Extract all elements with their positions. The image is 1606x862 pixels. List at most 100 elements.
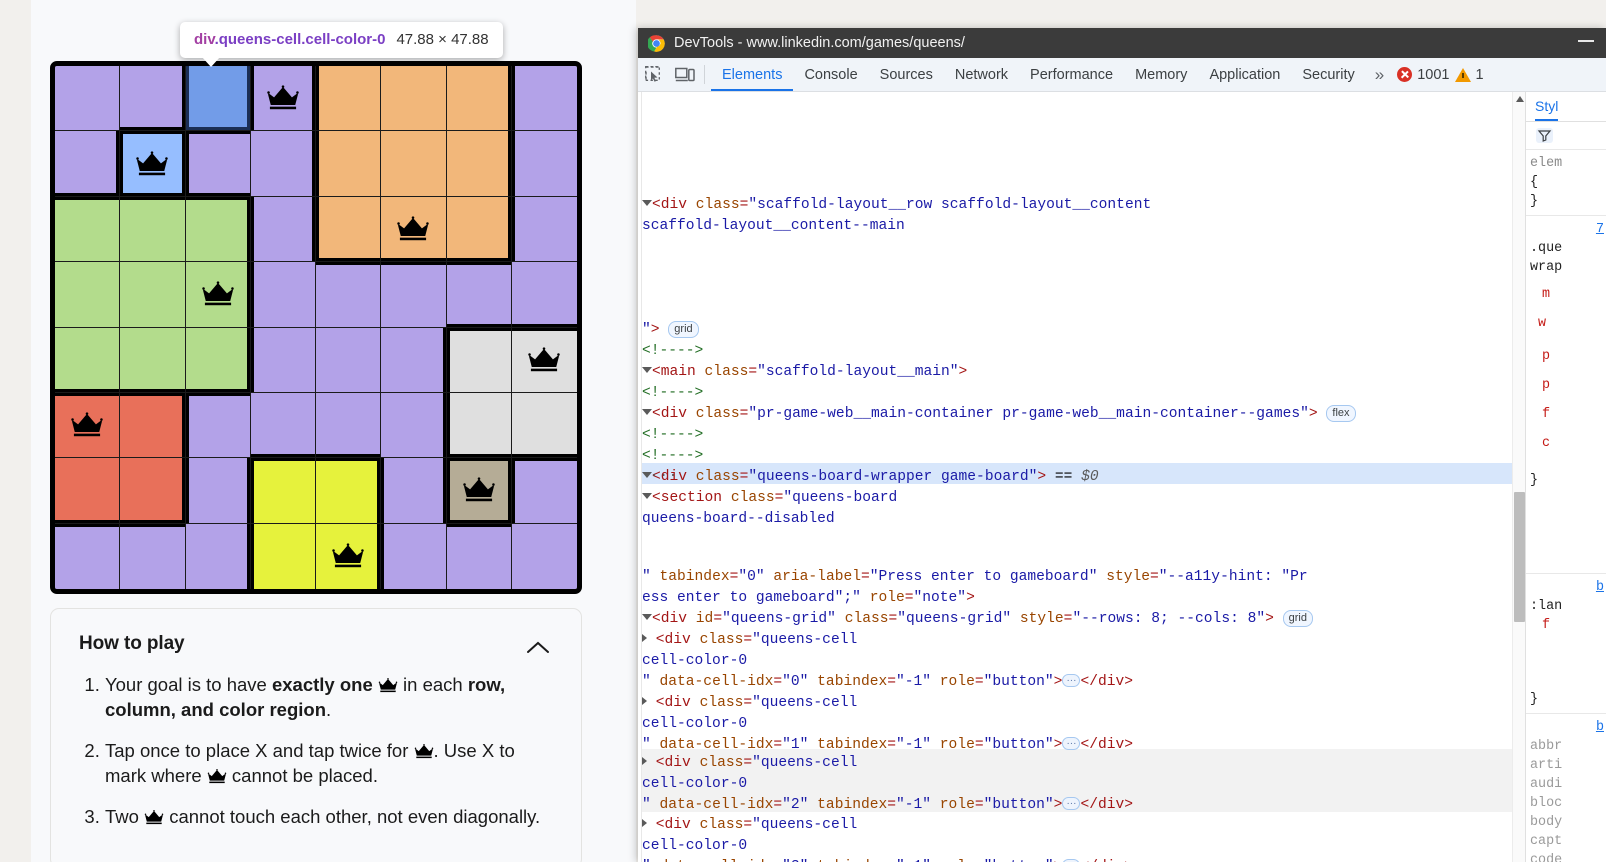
issue-counts[interactable]: 1001 1 (1393, 58, 1484, 91)
collapsed-children-icon[interactable]: ··· (1062, 674, 1081, 687)
chevron-up-icon[interactable] (527, 641, 549, 654)
queens-cell[interactable] (185, 196, 251, 263)
queens-cell[interactable] (446, 392, 512, 459)
collapse-triangle-icon[interactable] (642, 409, 652, 415)
queens-cell[interactable] (55, 131, 121, 197)
queens-cell[interactable] (55, 327, 121, 393)
scroll-thumb[interactable] (1514, 492, 1525, 622)
layout-badge[interactable]: flex (1326, 404, 1356, 422)
dom-line[interactable]: <div class="queens-cell (642, 693, 1525, 714)
dom-line[interactable]: " data-cell-idx="0" tabindex="-1" role="… (642, 672, 1525, 693)
dom-line[interactable]: <!----> (642, 425, 1525, 446)
queens-cell[interactable] (381, 262, 447, 328)
collapse-triangle-icon[interactable] (642, 200, 652, 206)
styles-source-link[interactable]: b (1596, 580, 1604, 595)
queens-cell[interactable] (511, 262, 577, 328)
styles-property[interactable]: f (1530, 616, 1606, 635)
device-toolbar-icon[interactable] (669, 58, 700, 91)
dom-line[interactable]: cell-color-0 (642, 714, 1525, 735)
dom-line[interactable]: <div class="queens-board-wrapper game-bo… (642, 467, 1525, 488)
styles-source-link[interactable]: b (1596, 720, 1604, 735)
collapsed-children-icon[interactable]: ··· (1062, 737, 1081, 750)
dom-line[interactable]: scaffold-layout__content--main (642, 216, 1525, 237)
queens-cell[interactable] (120, 196, 186, 263)
styles-filter-row[interactable] (1526, 122, 1606, 150)
minimize-button[interactable] (1578, 40, 1594, 42)
queens-cell[interactable] (511, 327, 577, 393)
queens-cell[interactable] (446, 262, 512, 328)
queens-cell[interactable] (250, 327, 316, 393)
queens-cell[interactable] (316, 66, 382, 132)
dom-line[interactable]: <div class="queens-cell (642, 815, 1525, 836)
more-tabs-button[interactable]: » (1366, 58, 1393, 91)
scroll-up-icon[interactable] (1515, 96, 1524, 102)
queens-cell[interactable] (446, 66, 512, 132)
queens-cell[interactable] (511, 196, 577, 263)
dom-line[interactable]: " data-cell-idx="3" tabindex="-1" role="… (642, 857, 1525, 862)
tab-security[interactable]: Security (1291, 58, 1365, 91)
tab-sources[interactable]: Sources (869, 58, 944, 91)
dom-line[interactable]: <div id="queens-grid" class="queens-grid… (642, 609, 1525, 630)
dom-line[interactable]: " data-cell-idx="2" tabindex="-1" role="… (642, 795, 1525, 816)
queens-cell[interactable] (120, 66, 186, 132)
layout-badge[interactable]: grid (668, 320, 699, 338)
queens-cell[interactable] (316, 327, 382, 393)
tab-styles[interactable]: Styl (1535, 92, 1558, 121)
queens-cell[interactable] (511, 458, 577, 524)
queens-cell[interactable] (250, 523, 316, 589)
expand-triangle-icon[interactable] (642, 818, 647, 827)
tab-memory[interactable]: Memory (1124, 58, 1198, 91)
queens-cell[interactable] (446, 196, 512, 263)
queens-cell[interactable] (185, 458, 251, 524)
dom-line[interactable]: <div class="scaffold-layout__row scaffol… (642, 195, 1525, 216)
queens-cell[interactable] (55, 262, 121, 328)
queens-cell[interactable] (250, 131, 316, 197)
queens-cell[interactable] (185, 131, 251, 197)
queens-cell[interactable] (381, 196, 447, 263)
dom-line[interactable]: <div class="pr-game-web__main-container … (642, 404, 1525, 425)
queens-cell[interactable] (185, 262, 251, 328)
queens-cell[interactable] (511, 131, 577, 197)
queens-cell[interactable] (316, 458, 382, 524)
queens-cell[interactable] (446, 458, 512, 524)
tab-network[interactable]: Network (944, 58, 1019, 91)
queens-cell[interactable] (55, 458, 121, 524)
styles-property[interactable]: w (1530, 314, 1606, 333)
queens-cell[interactable] (381, 392, 447, 459)
dom-line[interactable]: <div class="queens-cell (642, 630, 1525, 651)
queens-cell[interactable] (185, 327, 251, 393)
dom-line[interactable]: <div class="queens-cell (642, 753, 1525, 774)
queens-cell[interactable] (120, 262, 186, 328)
tab-application[interactable]: Application (1198, 58, 1291, 91)
queens-cell[interactable] (381, 458, 447, 524)
tab-elements[interactable]: Elements (711, 58, 793, 91)
expand-triangle-icon[interactable] (642, 696, 647, 705)
queens-cell[interactable] (381, 327, 447, 393)
collapse-triangle-icon[interactable] (642, 614, 652, 620)
queens-cell[interactable] (55, 523, 121, 589)
dom-line[interactable]: "> grid (642, 320, 1525, 341)
queens-cell[interactable] (55, 392, 121, 459)
queens-cell[interactable] (316, 131, 382, 197)
dom-line[interactable]: <!----> (642, 341, 1525, 362)
dom-scrollbar[interactable] (1512, 92, 1525, 862)
queens-cell[interactable] (316, 262, 382, 328)
expand-triangle-icon[interactable] (642, 756, 647, 765)
elements-dom-tree[interactable]: <div class="scaffold-layout__row scaffol… (642, 92, 1525, 862)
queens-cell[interactable] (120, 327, 186, 393)
queens-cell[interactable] (250, 66, 316, 132)
queens-cell[interactable] (250, 196, 316, 263)
inspect-element-icon[interactable] (638, 58, 669, 91)
dom-gutter-ellipsis[interactable]: ··· (650, 466, 678, 487)
styles-property[interactable]: m (1530, 285, 1606, 304)
queens-cell[interactable] (511, 523, 577, 589)
queens-cell[interactable] (316, 392, 382, 459)
queens-cell[interactable] (185, 66, 251, 132)
queens-cell[interactable] (250, 392, 316, 459)
queens-cell[interactable] (55, 66, 121, 132)
queens-cell[interactable] (381, 66, 447, 132)
dom-line[interactable]: cell-color-0 (642, 836, 1525, 857)
dom-line[interactable]: cell-color-0 (642, 774, 1525, 795)
styles-property[interactable]: f (1530, 405, 1606, 424)
queens-cell[interactable] (55, 196, 121, 263)
